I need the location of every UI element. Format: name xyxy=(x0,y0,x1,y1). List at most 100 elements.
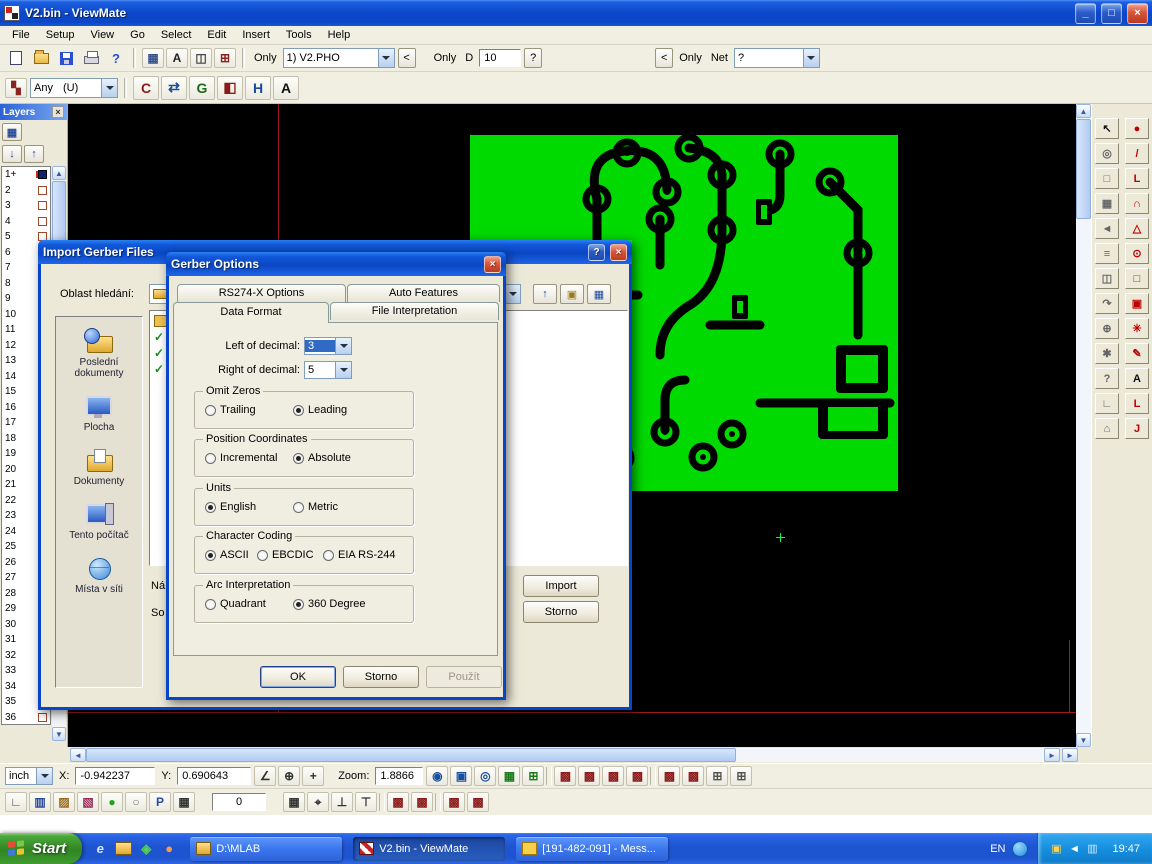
layer-toggle-1-icon[interactable]: ▩ xyxy=(658,766,680,786)
ime-tray-icon[interactable] xyxy=(1012,841,1028,857)
swap-layers-icon[interactable]: ⇄ xyxy=(161,76,187,100)
place-desktop[interactable]: Plocha xyxy=(56,386,142,440)
maximize-button[interactable]: □ xyxy=(1101,3,1122,24)
add-thermal-icon[interactable]: ✳ xyxy=(1125,318,1149,339)
right-of-decimal-combo[interactable]: 5 xyxy=(304,361,352,379)
radio-selected-icon[interactable] xyxy=(293,453,304,464)
canvas-horizontal-scrollbar[interactable]: ◄ ► ► xyxy=(0,747,1152,763)
chevron-down-icon[interactable] xyxy=(378,49,394,67)
cancel-button[interactable]: Storno xyxy=(523,601,599,623)
add-circle-icon[interactable]: ⊙ xyxy=(1125,243,1149,264)
start-button[interactable]: Start xyxy=(0,833,82,864)
radio-selected-icon[interactable] xyxy=(205,502,216,513)
close-button[interactable]: × xyxy=(1127,3,1148,24)
add-rectangle-icon[interactable]: □ xyxy=(1125,268,1149,289)
menu-item[interactable]: Go xyxy=(122,27,153,43)
sketch-pencil-icon[interactable]: ✎ xyxy=(1125,343,1149,364)
select-cursor-icon[interactable]: ↖ xyxy=(1095,118,1119,139)
anchor-bottom-icon[interactable]: ⊥ xyxy=(331,792,353,812)
corner-ruler-icon[interactable]: ∟ xyxy=(5,792,27,812)
layer-palette-icon[interactable]: ▥ xyxy=(29,792,51,812)
language-indicator[interactable]: EN xyxy=(983,843,1012,855)
print-icon[interactable] xyxy=(80,47,102,69)
measure-diagonal-icon[interactable]: ∠ xyxy=(254,766,276,786)
radio-trailing[interactable]: Trailing xyxy=(205,404,256,416)
radio-icon[interactable] xyxy=(323,550,334,561)
radio-absolute[interactable]: Absolute xyxy=(293,452,351,464)
taskbar-task[interactable]: V2.bin - ViewMate xyxy=(353,837,505,861)
measure-corner-icon[interactable]: ∟ xyxy=(1095,393,1119,414)
aperture-dots-icon[interactable]: ▚ xyxy=(5,78,27,98)
dcode-input[interactable]: 10 xyxy=(479,49,521,67)
radio-icon[interactable] xyxy=(205,453,216,464)
film-select-4-icon[interactable]: ▩ xyxy=(626,766,648,786)
tab-auto-features[interactable]: Auto Features xyxy=(347,284,500,302)
layer-row[interactable]: 3 xyxy=(2,198,50,214)
add-flash-icon[interactable]: ● xyxy=(1125,118,1149,139)
query-icon[interactable]: ? xyxy=(1095,368,1119,389)
layers-stack-icon[interactable]: ◫ xyxy=(1095,268,1119,289)
dcode-filter-combo[interactable]: Any (U) xyxy=(30,78,118,98)
open-file-icon[interactable] xyxy=(30,47,52,69)
grid-lines-icon[interactable]: ⊞ xyxy=(522,766,544,786)
layer-row[interactable]: 1+ xyxy=(2,167,50,183)
apply-button[interactable]: Použít xyxy=(426,666,502,688)
text-a-icon[interactable]: A xyxy=(273,76,299,100)
grid-small-icon[interactable]: ▦ xyxy=(283,792,305,812)
menu-item[interactable]: Tools xyxy=(278,27,320,43)
radio-quadrant[interactable]: Quadrant xyxy=(205,598,266,610)
menu-item[interactable]: Setup xyxy=(38,27,83,43)
add-polyline-icon[interactable]: L xyxy=(1125,168,1149,189)
film-select-combo[interactable]: 1) V2.PHO xyxy=(283,48,395,68)
menu-item[interactable]: Insert xyxy=(234,27,278,43)
radio-incremental[interactable]: Incremental xyxy=(205,452,277,464)
radio-selected-icon[interactable] xyxy=(293,599,304,610)
settings-gear-icon[interactable]: ✱ xyxy=(1095,343,1119,364)
chevron-down-icon[interactable] xyxy=(101,79,117,97)
add-pad-icon[interactable]: ▣ xyxy=(1125,293,1149,314)
film-red-4-icon[interactable]: ▩ xyxy=(467,792,489,812)
aperture-table-icon[interactable]: ▦ xyxy=(142,48,164,68)
film-box-icon[interactable]: ◫ xyxy=(190,48,212,68)
chevron-down-icon[interactable] xyxy=(335,362,351,378)
layer-table-button[interactable]: ▦ xyxy=(2,123,22,141)
probe-icon[interactable]: P xyxy=(149,792,171,812)
radio-eia-rs244[interactable]: EIA RS-244 xyxy=(323,549,395,561)
layer-row[interactable]: 2 xyxy=(2,183,50,199)
menu-item[interactable]: Select xyxy=(153,27,200,43)
dcode-query-button[interactable]: ? xyxy=(524,48,542,68)
layer-move-up-button[interactable]: ↑ xyxy=(24,145,44,163)
circle-c-tool-icon[interactable]: C xyxy=(133,76,159,100)
chevron-down-icon[interactable] xyxy=(504,285,520,303)
units-combo[interactable]: inch xyxy=(5,767,53,785)
dialog-close-icon[interactable]: × xyxy=(484,256,501,273)
scroll-up-icon[interactable]: ▲ xyxy=(52,166,66,180)
menu-item[interactable]: Edit xyxy=(199,27,234,43)
radio-360-degree[interactable]: 360 Degree xyxy=(293,598,366,610)
cancel-button[interactable]: Storno xyxy=(343,666,419,688)
film-select-1-icon[interactable]: ▩ xyxy=(554,766,576,786)
separator[interactable] xyxy=(650,767,656,785)
add-arc-icon[interactable]: ∩ xyxy=(1125,193,1149,214)
anchor-top-icon[interactable]: ⊤ xyxy=(355,792,377,812)
scroll-up-icon[interactable]: ▲ xyxy=(1076,104,1091,118)
rotation-value[interactable]: 0 xyxy=(212,793,266,811)
pane-split-icon[interactable]: ► xyxy=(1062,748,1078,762)
taskbar-task[interactable]: D:\MLAB xyxy=(190,837,342,861)
jump-tool-icon[interactable]: J xyxy=(1125,418,1149,439)
film-select-2-icon[interactable]: ▩ xyxy=(578,766,600,786)
ie-quicklaunch-icon[interactable]: e xyxy=(91,840,109,858)
left-of-decimal-combo[interactable]: 3 xyxy=(304,337,352,355)
film-select-3-icon[interactable]: ▩ xyxy=(602,766,624,786)
snap-icon[interactable]: ⊕ xyxy=(1095,318,1119,339)
canvas-vertical-scrollbar[interactable]: ▲ ▼ xyxy=(1076,104,1091,747)
place-documents[interactable]: Dokumenty xyxy=(56,440,142,494)
zoom-all-icon[interactable]: ◎ xyxy=(474,766,496,786)
chevron-down-icon[interactable] xyxy=(36,768,52,784)
rotate-icon[interactable]: ↷ xyxy=(1095,293,1119,314)
scroll-left-icon[interactable]: ◄ xyxy=(70,748,86,762)
layer-move-down-button[interactable]: ↓ xyxy=(2,145,22,163)
highlight-grid-icon[interactable]: ⊞ xyxy=(214,48,236,68)
anchor-center-icon[interactable]: ⌖ xyxy=(307,792,329,812)
new-folder-icon[interactable]: ▣ xyxy=(560,284,584,304)
